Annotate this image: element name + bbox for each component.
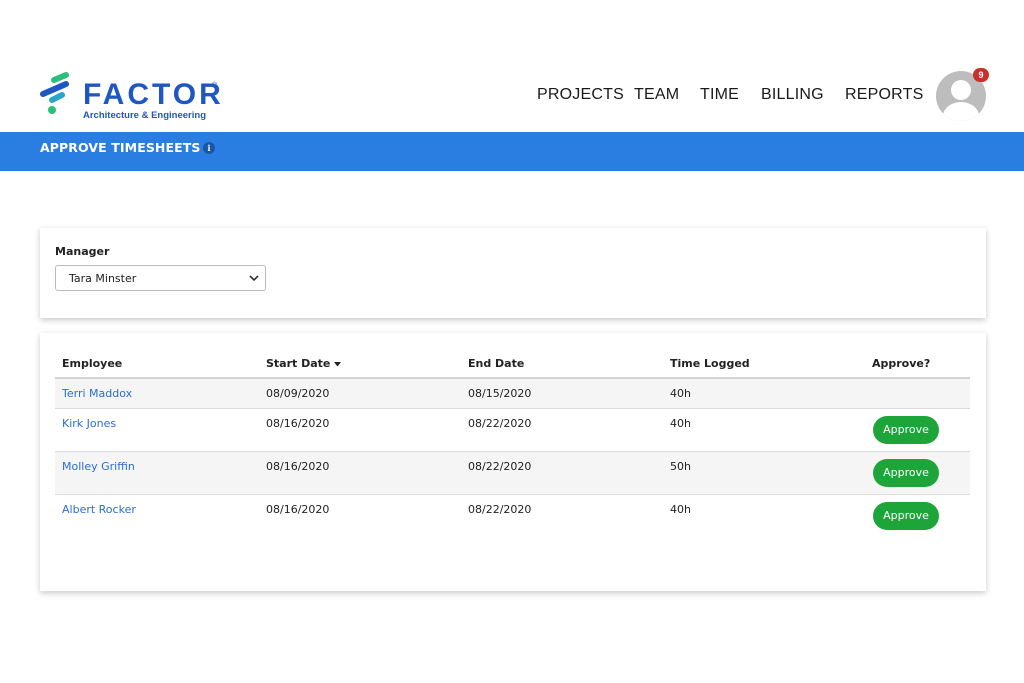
employee-link[interactable]: Albert Rocker: [62, 503, 136, 516]
start-date-cell: 08/16/2020: [266, 460, 330, 473]
employee-link[interactable]: Molley Griffin: [62, 460, 135, 473]
end-date-cell: 08/22/2020: [468, 503, 532, 516]
manager-label: Manager: [55, 245, 110, 258]
notification-badge[interactable]: 9: [973, 68, 989, 82]
nav-projects[interactable]: PROJECTS: [537, 86, 624, 104]
table-row: Molley Griffin 08/16/2020 08/22/2020 50h…: [55, 452, 970, 494]
employee-link[interactable]: Kirk Jones: [62, 417, 116, 430]
nav-billing[interactable]: BILLING: [761, 86, 824, 104]
approve-button[interactable]: Approve: [873, 416, 939, 444]
manager-select-value: Tara Minster: [69, 272, 137, 285]
column-header-start-date[interactable]: Start Date: [266, 357, 342, 370]
user-icon-body: [943, 102, 979, 121]
column-header-end-date[interactable]: End Date: [468, 357, 524, 370]
manager-select[interactable]: Tara Minster: [55, 265, 266, 291]
column-header-start-date-label: Start Date: [266, 357, 331, 370]
start-date-cell: 08/09/2020: [266, 387, 330, 400]
approve-button[interactable]: Approve: [873, 502, 939, 530]
nav-team[interactable]: TEAM: [634, 86, 679, 104]
table-row: Albert Rocker 08/16/2020 08/22/2020 40h …: [55, 495, 970, 537]
page-title: APPROVE TIMESHEETS: [40, 140, 201, 155]
logo-wordmark: FACTOR: [83, 78, 224, 111]
approve-button[interactable]: Approve: [873, 459, 939, 487]
start-date-cell: 08/16/2020: [266, 417, 330, 430]
logo-registered-mark: ®: [212, 82, 218, 89]
time-logged-cell: 40h: [670, 417, 691, 430]
table-row: Kirk Jones 08/16/2020 08/22/2020 40h App…: [55, 409, 970, 451]
employee-link[interactable]: Terri Maddox: [62, 387, 132, 400]
chevron-down-icon: [249, 275, 259, 282]
column-header-time-logged[interactable]: Time Logged: [670, 357, 750, 370]
timesheets-table-card: Employee Start Date End Date Time Logged…: [40, 333, 986, 591]
column-header-employee[interactable]: Employee: [62, 357, 122, 370]
page-title-bar: APPROVE TIMESHEETS: [0, 132, 1024, 171]
nav-reports[interactable]: REPORTS: [845, 86, 923, 104]
factor-logo-mark-icon: [40, 72, 69, 114]
nav-time[interactable]: TIME: [700, 86, 739, 104]
column-header-approve: Approve?: [872, 357, 931, 370]
factor-logo[interactable]: FACTOR ® Architecture & Engineering: [40, 72, 230, 122]
time-logged-cell: 40h: [670, 387, 691, 400]
info-icon[interactable]: i: [203, 142, 215, 154]
app-header: FACTOR ® Architecture & Engineering PROJ…: [0, 0, 1024, 132]
table-row: Terri Maddox 08/09/2020 08/15/2020 40h: [55, 379, 970, 408]
manager-filter-card: Manager Tara Minster: [40, 228, 986, 318]
time-logged-cell: 40h: [670, 503, 691, 516]
sort-descending-icon: [334, 361, 342, 366]
time-logged-cell: 50h: [670, 460, 691, 473]
end-date-cell: 08/22/2020: [468, 417, 532, 430]
end-date-cell: 08/22/2020: [468, 460, 532, 473]
user-icon-head: [951, 80, 971, 100]
end-date-cell: 08/15/2020: [468, 387, 532, 400]
start-date-cell: 08/16/2020: [266, 503, 330, 516]
logo-tagline: Architecture & Engineering: [83, 110, 206, 121]
